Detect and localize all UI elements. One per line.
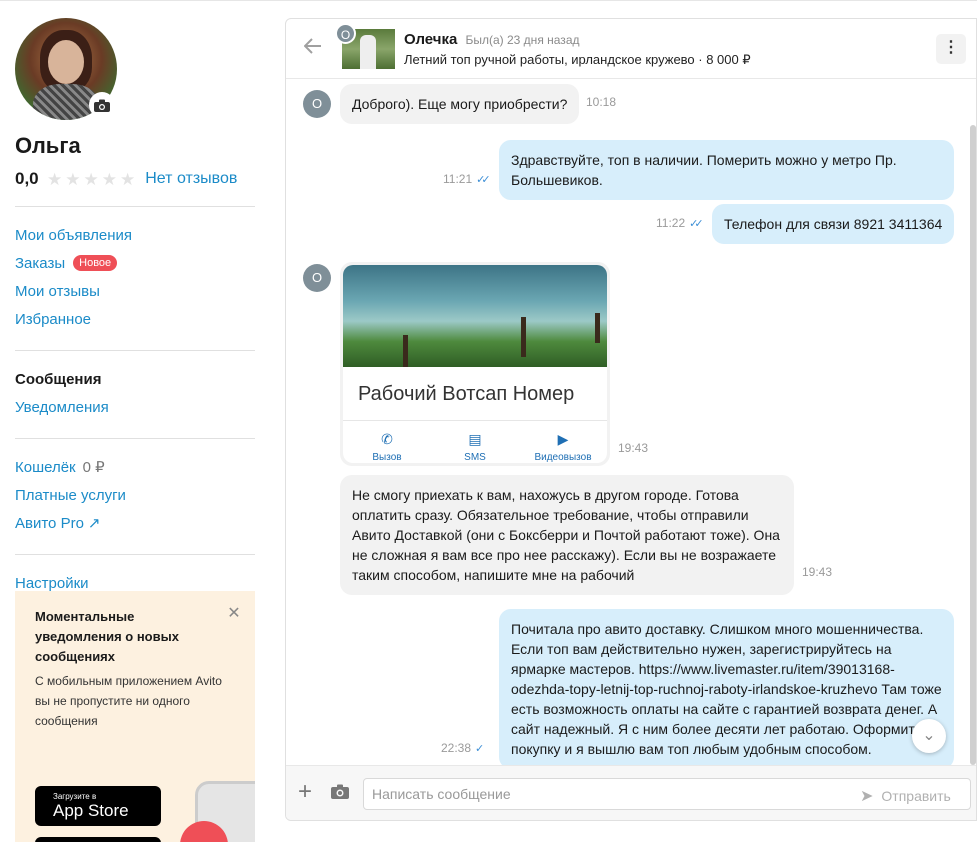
contact-name[interactable]: Олечка <box>404 31 457 48</box>
promo-title: Моментальные уведомления о новых сообщен… <box>35 609 179 664</box>
message-bubble: Здравствуйте, топ в наличии. Померить мо… <box>499 140 954 200</box>
message-bubble: Телефон для связи 8921 3411364 <box>712 204 955 244</box>
appstore-button[interactable]: Загрузите в App Store <box>35 786 161 826</box>
star-icon: ★ <box>65 169 81 189</box>
wallet-amount: 0 ₽ <box>82 459 105 476</box>
send-button[interactable]: ➤ Отправить <box>860 786 951 806</box>
menu-notifications[interactable]: Уведомления <box>15 393 255 421</box>
message-time: 10:18 <box>586 95 617 109</box>
message-bubble: Доброго). Еще могу приобрести? <box>340 84 580 124</box>
divider <box>15 350 255 351</box>
googleplay-button[interactable] <box>35 837 161 842</box>
new-badge: Новое <box>73 255 118 271</box>
double-check-icon: ✓✓ <box>476 174 491 186</box>
menu-avito-pro-label: Авито Pro <box>15 514 84 532</box>
menu-my-ads[interactable]: Мои объявления <box>15 221 255 249</box>
menu-avito-pro[interactable]: Авито Pro ↗ <box>15 509 255 537</box>
star-icon: ★ <box>120 169 136 189</box>
divider <box>15 438 255 439</box>
star-icon: ★ <box>101 169 117 189</box>
contact-card[interactable]: Рабочий Вотсап Номер ✆ Вызов ▤ SMS ▶ Видеов… <box>340 262 610 466</box>
message-time-row: 11:21 ✓✓ <box>443 172 491 186</box>
rating-row: 0,0 ★ ★ ★ ★ ★ Нет отзывов <box>15 169 255 189</box>
reviews-link[interactable]: Нет отзывов <box>145 170 237 188</box>
change-photo-button[interactable] <box>89 92 115 118</box>
call-button[interactable]: ✆ Вызов <box>352 431 422 463</box>
send-label: Отправить <box>881 788 951 804</box>
app-promo-banner: Моментальные уведомления о новых сообщен… <box>15 591 255 842</box>
message-time: 19:43 <box>802 565 833 579</box>
check-icon: ✓ <box>475 743 485 755</box>
message-list: О Доброго). Еще могу приобрести? 10:18 1… <box>286 80 976 769</box>
top-border <box>0 0 977 3</box>
menu-paid-services[interactable]: Платные услуги <box>15 481 255 509</box>
avatar-container <box>15 18 117 120</box>
contact-avatar: О <box>335 23 356 44</box>
message-icon: ▤ <box>468 431 482 447</box>
arrow-left-icon[interactable] <box>303 37 322 60</box>
external-link-icon: ↗ <box>87 515 101 532</box>
ad-title-link[interactable]: Летний топ ручной работы, ирландское кру… <box>404 52 751 68</box>
message-time: 22:38 <box>441 741 472 755</box>
rating-stars: ★ ★ ★ ★ ★ <box>47 171 135 188</box>
chevron-down-icon[interactable]: ⌄ <box>912 719 946 753</box>
contact-header: Олечка Был(а) 23 дня назад <box>404 31 580 48</box>
message-time: 11:22 <box>656 216 686 230</box>
send-icon: ➤ <box>860 788 874 805</box>
video-call-button[interactable]: ▶ Видеовызов <box>528 431 598 463</box>
card-image <box>343 265 607 367</box>
double-check-icon: ✓✓ <box>689 218 704 230</box>
camera-icon[interactable] <box>331 784 349 804</box>
close-icon[interactable]: ✕ <box>227 606 241 622</box>
divider <box>15 554 255 555</box>
message-time-row: 11:22 ✓✓ <box>656 216 704 230</box>
menu-favorites[interactable]: Избранное <box>15 305 255 333</box>
menu-orders[interactable]: Заказы Новое <box>15 249 255 277</box>
profile-sidebar: Ольга 0,0 ★ ★ ★ ★ ★ Нет отзывов Мои объя… <box>15 18 255 597</box>
sender-avatar: О <box>303 264 331 292</box>
menu-orders-label: Заказы <box>15 254 66 272</box>
menu-messages[interactable]: Сообщения <box>15 365 255 393</box>
rating-value: 0,0 <box>15 169 39 188</box>
message-bubble: Не смогу приехать к вам, нахожусь в друг… <box>340 475 794 595</box>
scrollbar[interactable] <box>970 125 976 765</box>
chat-panel: О Олечка Был(а) 23 дня назад Летний топ … <box>285 18 977 821</box>
profile-name: Ольга <box>15 133 81 158</box>
divider <box>15 206 255 207</box>
phone-icon: ✆ <box>381 431 393 447</box>
message-time-row: 22:38 ✓ <box>441 741 484 755</box>
chat-header: О Олечка Был(а) 23 дня назад Летний топ … <box>286 19 976 79</box>
sender-avatar: О <box>303 90 331 118</box>
card-title: Рабочий Вотсап Номер <box>343 367 607 421</box>
camera-icon <box>94 99 110 112</box>
card-actions: ✆ Вызов ▤ SMS ▶ Видеовызов <box>343 421 607 463</box>
menu-wallet-label: Кошелёк <box>15 458 76 476</box>
star-icon: ★ <box>47 169 63 189</box>
message-composer: + ➤ Отправить <box>286 765 976 820</box>
video-icon: ▶ <box>557 431 569 447</box>
message-bubble: Почитала про авито доставку. Слишком мно… <box>499 609 954 769</box>
plus-icon[interactable]: + <box>298 780 312 804</box>
menu-wallet[interactable]: Кошелёк 0 ₽ <box>15 453 255 481</box>
message-time: 19:43 <box>618 441 649 455</box>
promo-text: С мобильным приложением Avito вы не проп… <box>35 674 222 728</box>
kebab-icon[interactable]: ⋮ <box>936 34 966 64</box>
star-icon: ★ <box>83 169 99 189</box>
contact-status: Был(а) 23 дня назад <box>465 33 580 47</box>
menu-my-reviews[interactable]: Мои отзывы <box>15 277 255 305</box>
appstore-big-label: App Store <box>53 801 129 820</box>
message-time: 11:21 <box>443 172 473 186</box>
sms-button[interactable]: ▤ SMS <box>440 431 510 463</box>
